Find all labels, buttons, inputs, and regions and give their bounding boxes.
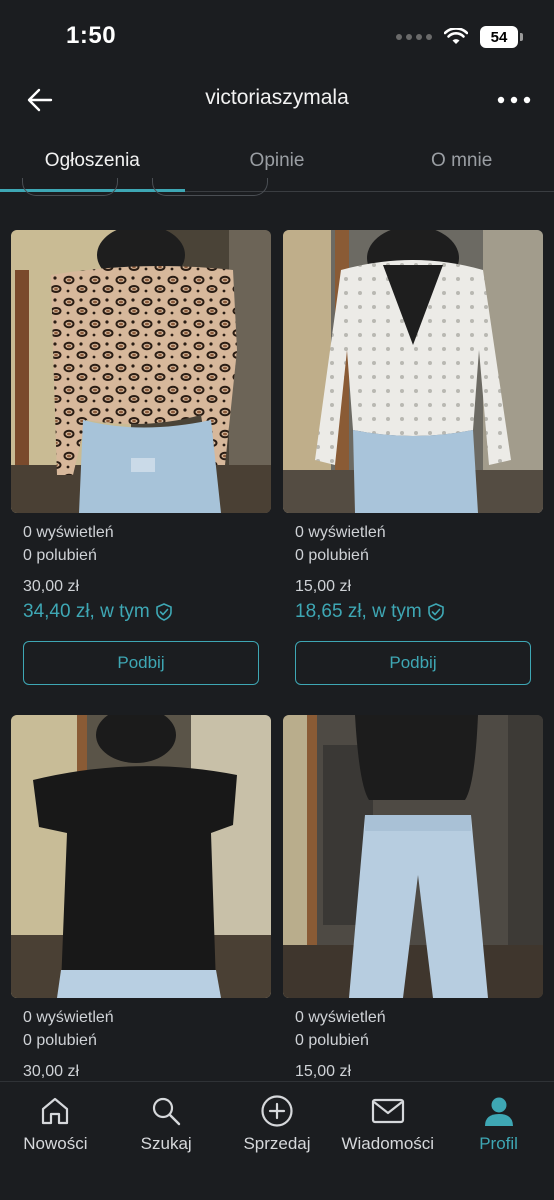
item-stats: 0 wyświetleń 0 polubień: [283, 1006, 543, 1052]
item-photo-white-blouse[interactable]: [283, 230, 543, 513]
item-total-label: 18,65 zł, w tym: [295, 601, 422, 622]
nav-label: Sprzedaj: [243, 1134, 311, 1153]
nav-label: Wiadomości: [341, 1134, 435, 1153]
item-stats: 0 wyświetleń 0 polubień: [11, 521, 271, 567]
boost-button[interactable]: Podbij: [23, 641, 259, 685]
home-icon: [38, 1094, 72, 1128]
item-price: 30,00 zł: [23, 578, 80, 595]
item-card: 0 wyświetleń 0 polubień 15,00 zł 18,65 z…: [283, 230, 543, 685]
status-time: 1:50: [66, 22, 117, 49]
plus-circle-icon: [260, 1094, 294, 1128]
item-photo-jeans[interactable]: [283, 715, 543, 998]
item-stats: 0 wyświetleń 0 polubień: [283, 521, 543, 567]
item-price: 15,00 zł: [295, 578, 352, 595]
profile-icon: [482, 1094, 516, 1128]
page-title: victoriaszymala: [205, 86, 349, 109]
item-views: 0 wyświetleń: [23, 524, 114, 541]
more-horizontal-icon: [497, 96, 531, 104]
signal-icon: [396, 34, 432, 40]
item-total-price[interactable]: 18,65 zł, w tym: [283, 601, 543, 623]
nav-item-wiadomosci[interactable]: Wiadomości: [332, 1082, 443, 1200]
nav-item-sprzedaj[interactable]: Sprzedaj: [222, 1082, 333, 1200]
shield-check-icon: [427, 603, 444, 621]
item-views: 0 wyświetleń: [295, 1009, 386, 1026]
item-photo-black-top[interactable]: [11, 715, 271, 998]
item-total-label: 34,40 zł, w tym: [23, 601, 150, 622]
item-card: 0 wyświetleń 0 polubień 30,00 zł: [11, 715, 271, 1081]
battery-indicator: 54: [480, 26, 523, 48]
item-card: 0 wyświetleń 0 polubień 30,00 zł 34,40 z…: [11, 230, 271, 685]
item-views: 0 wyświetleń: [295, 524, 386, 541]
status-bar: 1:50 54: [0, 0, 554, 70]
nav-label: Profil: [479, 1134, 518, 1153]
tab-o-mnie[interactable]: O mnie: [369, 130, 554, 191]
item-price: 30,00 zł: [23, 1063, 80, 1080]
status-icons: 54: [396, 26, 523, 48]
search-icon: [149, 1094, 183, 1128]
item-stats: 0 wyświetleń 0 polubień: [11, 1006, 271, 1052]
items-grid: 0 wyświetleń 0 polubień 30,00 zł 34,40 z…: [0, 193, 554, 1081]
item-views: 0 wyświetleń: [23, 1009, 114, 1026]
shield-check-icon: [155, 603, 172, 621]
boost-button[interactable]: Podbij: [295, 641, 531, 685]
item-photo-leopard-top[interactable]: [11, 230, 271, 513]
more-options-button[interactable]: [494, 82, 534, 118]
nav-item-szukaj[interactable]: Szukaj: [111, 1082, 222, 1200]
item-likes: 0 polubień: [295, 547, 369, 564]
item-total-price[interactable]: 34,40 zł, w tym: [11, 601, 271, 623]
item-price: 15,00 zł: [295, 1063, 352, 1080]
nav-label: Szukaj: [140, 1134, 192, 1153]
item-card: 0 wyświetleń 0 polubień 15,00 zł: [283, 715, 543, 1081]
nav-item-profil[interactable]: Profil: [443, 1082, 554, 1200]
header: victoriaszymala: [0, 70, 554, 130]
item-likes: 0 polubień: [295, 1032, 369, 1049]
mail-icon: [371, 1094, 405, 1128]
wifi-icon: [444, 28, 468, 44]
bottom-navigation: Nowości Szukaj Sprzedaj Wiadomości Profi…: [0, 1081, 554, 1200]
nav-label: Nowości: [23, 1134, 88, 1153]
item-likes: 0 polubień: [23, 547, 97, 564]
nav-item-nowosci[interactable]: Nowości: [0, 1082, 111, 1200]
item-likes: 0 polubień: [23, 1032, 97, 1049]
